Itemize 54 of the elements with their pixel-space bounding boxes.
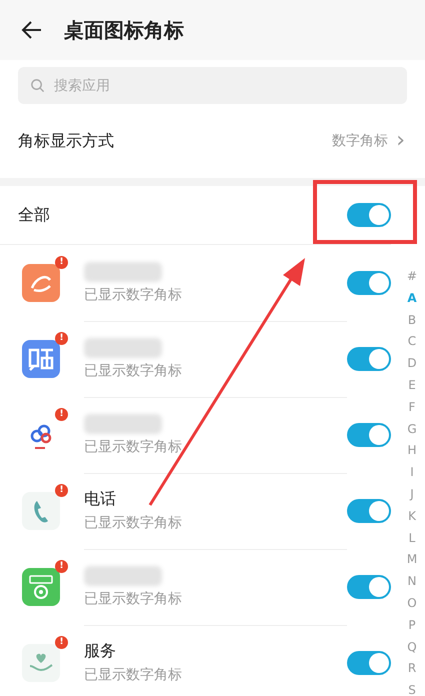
notification-badge: !: [55, 484, 68, 497]
notification-badge: !: [55, 408, 68, 421]
index-letter[interactable]: J: [410, 484, 414, 506]
index-letter[interactable]: R: [408, 658, 416, 680]
index-letter[interactable]: N: [408, 571, 416, 593]
index-letter[interactable]: H: [407, 440, 417, 462]
toggle-switch[interactable]: [347, 499, 391, 523]
badge-status: 已显示数字角标: [84, 514, 183, 532]
index-letter[interactable]: C: [408, 331, 416, 354]
badge-status: 已显示数字角标: [84, 590, 183, 608]
chevron-icon: ›: [396, 130, 405, 152]
app-name: 电话: [84, 489, 117, 510]
badge-status: 已显示数字角标: [84, 286, 183, 304]
notification-badge: !: [55, 636, 68, 649]
index-letter[interactable]: K: [408, 506, 416, 528]
badge-status: 已显示数字角标: [84, 362, 183, 380]
setting-value: 数字角标: [332, 132, 388, 150]
index-letter[interactable]: #: [406, 266, 418, 288]
toggle-switch[interactable]: [347, 347, 391, 371]
toggle-switch[interactable]: [347, 651, 391, 675]
index-letter[interactable]: S: [408, 680, 416, 696]
index-letter[interactable]: F: [408, 396, 416, 419]
app-icon: [22, 568, 60, 606]
index-letter[interactable]: A: [407, 288, 417, 310]
badge-status: 已显示数字角标: [84, 438, 183, 456]
index-letter[interactable]: M: [406, 549, 418, 572]
notification-badge: !: [55, 560, 68, 573]
setting-label: 角标显示方式: [18, 130, 115, 152]
toggle-switch[interactable]: [347, 423, 391, 447]
badge-style-row[interactable]: 角标显示方式 数字角标 ›: [0, 104, 425, 178]
app-icon: [22, 340, 60, 378]
index-letter[interactable]: G: [407, 418, 417, 440]
notification-badge: !: [55, 256, 68, 269]
toggle-switch[interactable]: [347, 203, 391, 227]
badge-status: 已显示数字角标: [84, 666, 183, 684]
setting-label: 全部: [18, 204, 51, 226]
app-icon: [22, 644, 60, 682]
notification-badge: !: [55, 332, 68, 345]
index-letter[interactable]: O: [407, 592, 417, 615]
index-letter[interactable]: D: [407, 353, 417, 375]
search-icon: [30, 78, 45, 93]
index-letter[interactable]: P: [408, 614, 416, 637]
app-icon: [22, 264, 60, 302]
index-letter[interactable]: I: [410, 462, 414, 484]
toggle-switch[interactable]: [347, 271, 391, 295]
index-letter[interactable]: B: [408, 310, 416, 332]
toggle-switch[interactable]: [347, 575, 391, 599]
index-letter[interactable]: L: [408, 528, 416, 550]
index-letter[interactable]: Q: [407, 636, 417, 658]
search-field[interactable]: 搜索应用: [18, 67, 407, 104]
index-letter[interactable]: E: [408, 374, 416, 397]
app-icon: [22, 492, 60, 530]
app-name: 服务: [84, 641, 117, 662]
page-title: 桌面图标角标: [64, 16, 184, 44]
